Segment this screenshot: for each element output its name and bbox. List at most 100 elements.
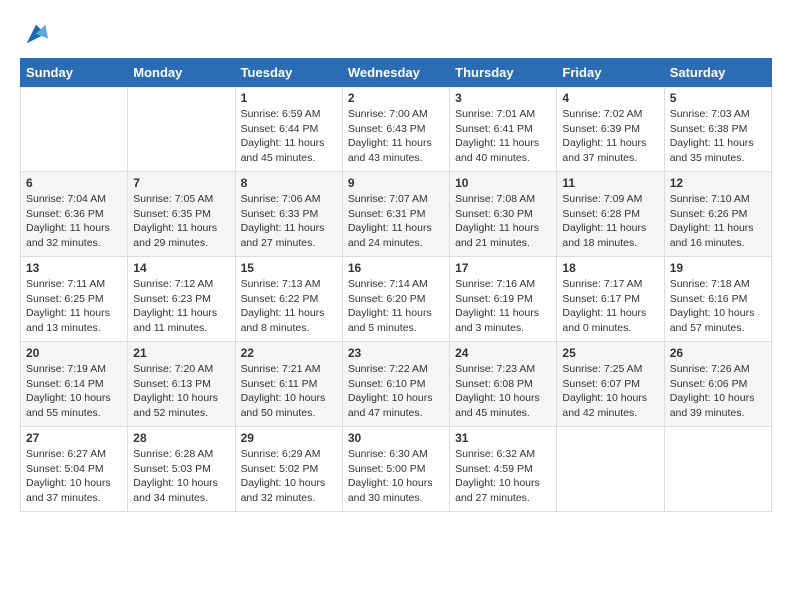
header-wednesday: Wednesday: [342, 59, 449, 87]
calendar-cell: 18 Sunrise: 7:17 AMSunset: 6:17 PMDayligh…: [557, 257, 664, 342]
cell-content: Sunrise: 7:05 AMSunset: 6:35 PMDaylight:…: [133, 192, 229, 251]
week-row-3: 20 Sunrise: 7:19 AMSunset: 6:14 PMDayligh…: [21, 342, 772, 427]
cell-content: Sunrise: 7:19 AMSunset: 6:14 PMDaylight:…: [26, 362, 122, 421]
calendar-cell: 5 Sunrise: 7:03 AMSunset: 6:38 PMDaylight…: [664, 87, 771, 172]
cell-content: Sunrise: 6:30 AMSunset: 5:00 PMDaylight:…: [348, 447, 444, 506]
cell-content: Sunrise: 7:08 AMSunset: 6:30 PMDaylight:…: [455, 192, 551, 251]
cell-content: Sunrise: 7:02 AMSunset: 6:39 PMDaylight:…: [562, 107, 658, 166]
calendar-cell: 22 Sunrise: 7:21 AMSunset: 6:11 PMDayligh…: [235, 342, 342, 427]
cell-content: Sunrise: 7:00 AMSunset: 6:43 PMDaylight:…: [348, 107, 444, 166]
calendar-cell: 7Sunrise: 7:05 AMSunset: 6:35 PMDaylight…: [128, 172, 235, 257]
day-number: 21: [133, 346, 229, 360]
day-number: 8: [241, 176, 337, 190]
cell-content: Sunrise: 7:09 AMSunset: 6:28 PMDaylight:…: [562, 192, 658, 251]
day-number: 29: [241, 431, 337, 445]
cell-content: Sunrise: 7:21 AMSunset: 6:11 PMDaylight:…: [241, 362, 337, 421]
cell-content: Sunrise: 6:27 AMSunset: 5:04 PMDaylight:…: [26, 447, 122, 506]
cell-content: Sunrise: 7:12 AMSunset: 6:23 PMDaylight:…: [133, 277, 229, 336]
day-number: 30: [348, 431, 444, 445]
calendar-cell: 10 Sunrise: 7:08 AMSunset: 6:30 PMDayligh…: [450, 172, 557, 257]
header-sunday: Sunday: [21, 59, 128, 87]
logo-icon: [22, 20, 50, 48]
day-number: 14: [133, 261, 229, 275]
cell-content: Sunrise: 7:20 AMSunset: 6:13 PMDaylight:…: [133, 362, 229, 421]
day-number: 25: [562, 346, 658, 360]
calendar-cell: 3Sunrise: 7:01 AMSunset: 6:41 PMDaylight…: [450, 87, 557, 172]
calendar-cell: 29 Sunrise: 6:29 AMSunset: 5:02 PMDayligh…: [235, 427, 342, 512]
cell-content: Sunrise: 7:11 AMSunset: 6:25 PMDaylight:…: [26, 277, 122, 336]
calendar-cell: [21, 87, 128, 172]
calendar-table: SundayMondayTuesdayWednesdayThursdayFrid…: [20, 58, 772, 512]
calendar-cell: 25 Sunrise: 7:25 AMSunset: 6:07 PMDayligh…: [557, 342, 664, 427]
week-row-2: 13Sunrise: 7:11 AMSunset: 6:25 PMDayligh…: [21, 257, 772, 342]
day-number: 18: [562, 261, 658, 275]
cell-content: Sunrise: 7:10 AMSunset: 6:26 PMDaylight:…: [670, 192, 766, 251]
calendar-cell: 27 Sunrise: 6:27 AMSunset: 5:04 PMDayligh…: [21, 427, 128, 512]
calendar-cell: 16 Sunrise: 7:14 AMSunset: 6:20 PMDayligh…: [342, 257, 449, 342]
day-number: 3: [455, 91, 551, 105]
cell-content: Sunrise: 6:28 AMSunset: 5:03 PMDaylight:…: [133, 447, 229, 506]
calendar-cell: 13Sunrise: 7:11 AMSunset: 6:25 PMDayligh…: [21, 257, 128, 342]
calendar-cell: 6 Sunrise: 7:04 AMSunset: 6:36 PMDaylight…: [21, 172, 128, 257]
day-number: 5: [670, 91, 766, 105]
calendar-cell: 21 Sunrise: 7:20 AMSunset: 6:13 PMDayligh…: [128, 342, 235, 427]
calendar-cell: 11 Sunrise: 7:09 AMSunset: 6:28 PMDayligh…: [557, 172, 664, 257]
calendar-cell: 15 Sunrise: 7:13 AMSunset: 6:22 PMDayligh…: [235, 257, 342, 342]
cell-content: Sunrise: 7:03 AMSunset: 6:38 PMDaylight:…: [670, 107, 766, 166]
day-number: 17: [455, 261, 551, 275]
header-monday: Monday: [128, 59, 235, 87]
cell-content: Sunrise: 7:13 AMSunset: 6:22 PMDaylight:…: [241, 277, 337, 336]
calendar-cell: [664, 427, 771, 512]
day-number: 26: [670, 346, 766, 360]
calendar-cell: 12 Sunrise: 7:10 AMSunset: 6:26 PMDayligh…: [664, 172, 771, 257]
page-header: [20, 20, 772, 48]
day-number: 24: [455, 346, 551, 360]
cell-content: Sunrise: 6:59 AMSunset: 6:44 PMDaylight:…: [241, 107, 337, 166]
calendar-cell: 17 Sunrise: 7:16 AMSunset: 6:19 PMDayligh…: [450, 257, 557, 342]
calendar-cell: [128, 87, 235, 172]
header-thursday: Thursday: [450, 59, 557, 87]
calendar-cell: [557, 427, 664, 512]
cell-content: Sunrise: 7:14 AMSunset: 6:20 PMDaylight:…: [348, 277, 444, 336]
calendar-cell: 23Sunrise: 7:22 AMSunset: 6:10 PMDayligh…: [342, 342, 449, 427]
cell-content: Sunrise: 7:23 AMSunset: 6:08 PMDaylight:…: [455, 362, 551, 421]
day-number: 10: [455, 176, 551, 190]
day-number: 28: [133, 431, 229, 445]
day-number: 20: [26, 346, 122, 360]
cell-content: Sunrise: 7:04 AMSunset: 6:36 PMDaylight:…: [26, 192, 122, 251]
calendar-cell: 14 Sunrise: 7:12 AMSunset: 6:23 PMDayligh…: [128, 257, 235, 342]
cell-content: Sunrise: 7:25 AMSunset: 6:07 PMDaylight:…: [562, 362, 658, 421]
header-saturday: Saturday: [664, 59, 771, 87]
cell-content: Sunrise: 7:16 AMSunset: 6:19 PMDaylight:…: [455, 277, 551, 336]
day-number: 2: [348, 91, 444, 105]
cell-content: Sunrise: 7:26 AMSunset: 6:06 PMDaylight:…: [670, 362, 766, 421]
cell-content: Sunrise: 7:18 AMSunset: 6:16 PMDaylight:…: [670, 277, 766, 336]
calendar-cell: 20 Sunrise: 7:19 AMSunset: 6:14 PMDayligh…: [21, 342, 128, 427]
cell-content: Sunrise: 6:29 AMSunset: 5:02 PMDaylight:…: [241, 447, 337, 506]
week-row-4: 27 Sunrise: 6:27 AMSunset: 5:04 PMDayligh…: [21, 427, 772, 512]
day-number: 9: [348, 176, 444, 190]
calendar-cell: 28 Sunrise: 6:28 AMSunset: 5:03 PMDayligh…: [128, 427, 235, 512]
calendar-cell: 30 Sunrise: 6:30 AMSunset: 5:00 PMDayligh…: [342, 427, 449, 512]
day-number: 11: [562, 176, 658, 190]
calendar-cell: 4Sunrise: 7:02 AMSunset: 6:39 PMDaylight…: [557, 87, 664, 172]
cell-content: Sunrise: 7:17 AMSunset: 6:17 PMDaylight:…: [562, 277, 658, 336]
calendar-cell: 2 Sunrise: 7:00 AMSunset: 6:43 PMDaylight…: [342, 87, 449, 172]
week-row-0: 1Sunrise: 6:59 AMSunset: 6:44 PMDaylight…: [21, 87, 772, 172]
day-number: 15: [241, 261, 337, 275]
calendar-cell: 26 Sunrise: 7:26 AMSunset: 6:06 PMDayligh…: [664, 342, 771, 427]
day-number: 27: [26, 431, 122, 445]
week-row-1: 6 Sunrise: 7:04 AMSunset: 6:36 PMDaylight…: [21, 172, 772, 257]
day-number: 16: [348, 261, 444, 275]
day-number: 31: [455, 431, 551, 445]
day-number: 23: [348, 346, 444, 360]
day-number: 6: [26, 176, 122, 190]
day-number: 22: [241, 346, 337, 360]
calendar-cell: 24 Sunrise: 7:23 AMSunset: 6:08 PMDayligh…: [450, 342, 557, 427]
logo: [20, 20, 50, 48]
calendar-header-row: SundayMondayTuesdayWednesdayThursdayFrid…: [21, 59, 772, 87]
cell-content: Sunrise: 6:32 AMSunset: 4:59 PMDaylight:…: [455, 447, 551, 506]
calendar-cell: 8Sunrise: 7:06 AMSunset: 6:33 PMDaylight…: [235, 172, 342, 257]
calendar-cell: 19Sunrise: 7:18 AMSunset: 6:16 PMDayligh…: [664, 257, 771, 342]
day-number: 12: [670, 176, 766, 190]
